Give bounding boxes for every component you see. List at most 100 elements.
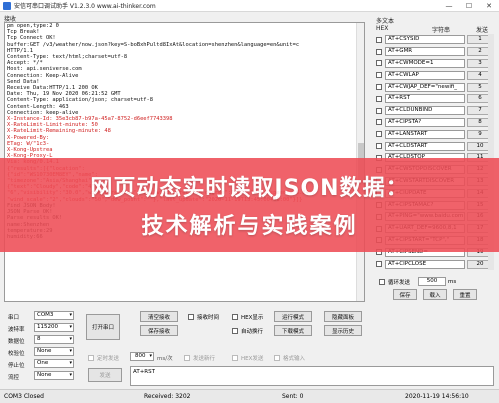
- data-bits-label: 数据位: [8, 339, 25, 345]
- baud-select[interactable]: 115200: [34, 323, 74, 332]
- hex-checkbox[interactable]: [376, 119, 382, 126]
- send-button[interactable]: 发送: [88, 368, 122, 382]
- send-newline-label: 发送新行: [193, 356, 216, 362]
- command-input[interactable]: AT+CSYSID: [385, 35, 465, 45]
- hex-display-checkbox[interactable]: [232, 314, 238, 320]
- hex-checkbox[interactable]: [376, 95, 382, 102]
- receive-time-checkbox[interactable]: [188, 314, 194, 320]
- format-input-option[interactable]: 格式输入: [274, 354, 305, 362]
- timed-send-label: 定时发送: [97, 356, 120, 362]
- timed-send-checkbox[interactable]: [88, 355, 94, 361]
- loop-send-label: 循环发送: [388, 279, 411, 286]
- command-input[interactable]: AT+CLDUNBIND: [385, 106, 465, 116]
- send-newline-option[interactable]: 发送新行: [184, 354, 215, 362]
- flow-control-label: 流控: [8, 375, 20, 381]
- minimize-button[interactable]: —: [439, 0, 459, 12]
- receive-time-label: 接收时间: [197, 315, 220, 321]
- multi-text-row: AT+CSYSID 1: [376, 34, 494, 46]
- command-input[interactable]: AT+CWLAP: [385, 70, 465, 80]
- hex-checkbox[interactable]: [376, 60, 382, 67]
- stop-bits-select[interactable]: One: [34, 359, 74, 368]
- sent-count: Sent: 0: [282, 393, 304, 400]
- run-mode-button[interactable]: 运行模式: [274, 311, 312, 322]
- hex-display-option[interactable]: HEX显示: [232, 313, 263, 321]
- overlay-banner: 网页动态实时读取JSON数据： 技术解析与实践案例: [0, 158, 499, 252]
- interval-input[interactable]: 800: [130, 352, 154, 361]
- load-button[interactable]: 载入: [423, 289, 447, 300]
- format-input-checkbox[interactable]: [274, 355, 280, 361]
- multi-text-row: AT+RST 6: [376, 93, 494, 105]
- flow-control-select[interactable]: None: [34, 371, 74, 380]
- show-history-button[interactable]: 显示历史: [324, 325, 362, 336]
- multi-text-row: AT+CWMODE=1 3: [376, 58, 494, 70]
- multi-text-buttons: 保存 载入 重置: [393, 289, 477, 300]
- overlay-title: 网页动态实时读取JSON数据：: [90, 176, 409, 201]
- port-label: 串口: [8, 315, 20, 321]
- command-input[interactable]: AT+CIPSTA?: [385, 117, 465, 127]
- maximize-button[interactable]: ☐: [459, 0, 479, 12]
- command-input[interactable]: AT+LANSTART: [385, 129, 465, 139]
- save-receive-button[interactable]: 保存接收: [140, 325, 178, 336]
- command-input[interactable]: AT+GMR: [385, 47, 465, 57]
- open-port-button[interactable]: 打开串口: [86, 314, 120, 340]
- parity-label: 校验位: [8, 351, 25, 357]
- hide-panel-button[interactable]: 隐藏面板: [324, 311, 362, 322]
- hex-checkbox[interactable]: [376, 261, 382, 268]
- send-textarea[interactable]: AT+RST: [130, 366, 494, 386]
- download-mode-button[interactable]: 下载模式: [274, 325, 312, 336]
- received-count: Received: 3202: [144, 393, 191, 400]
- close-button[interactable]: ✕: [479, 0, 499, 12]
- data-bits-select[interactable]: 8: [34, 335, 74, 344]
- hex-checkbox[interactable]: [376, 84, 382, 91]
- parity-select[interactable]: None: [34, 347, 74, 356]
- hex-display-label: HEX显示: [241, 315, 264, 321]
- send-newline-checkbox[interactable]: [184, 355, 190, 361]
- send-column-header: 发送: [475, 27, 488, 34]
- control-panel: 串口 COM3 波特率 115200 数据位 8 校验位 None 停止位 On…: [4, 308, 494, 388]
- auto-newline-option[interactable]: 自动换行: [232, 327, 263, 335]
- multi-text-row: AT+GMR 2: [376, 46, 494, 58]
- hex-checkbox[interactable]: [376, 72, 382, 79]
- loop-interval-input[interactable]: 500: [418, 277, 447, 286]
- command-input[interactable]: AT+CWJAP_DEF="newifi_: [385, 82, 465, 92]
- window-title: 安信可串口调试助手 V1.2.3.0 www.ai-thinker.com: [14, 3, 156, 10]
- loop-unit-label: ms: [448, 278, 457, 285]
- command-input[interactable]: AT+CIPCLOSE: [385, 259, 465, 269]
- loop-send-row: 循环发送 500 ms: [379, 277, 456, 286]
- save-button[interactable]: 保存: [393, 289, 417, 300]
- interval-unit-label: ms/次: [157, 356, 173, 362]
- multi-text-title: 多文本: [376, 18, 395, 25]
- receive-time-option[interactable]: 接收时间: [188, 313, 219, 321]
- clear-receive-button[interactable]: 清空接收: [140, 311, 178, 322]
- overlay-subtitle: 技术解析与实践案例: [141, 214, 358, 239]
- title-bar: 安信可串口调试助手 V1.2.3.0 www.ai-thinker.com — …: [0, 0, 499, 12]
- command-input[interactable]: AT+RST: [385, 94, 465, 104]
- command-input[interactable]: AT+CLDSTART: [385, 141, 465, 151]
- hex-checkbox[interactable]: [376, 143, 382, 150]
- stop-bits-label: 停止位: [8, 363, 25, 369]
- hex-checkbox[interactable]: [376, 107, 382, 114]
- hex-send-option[interactable]: HEX发送: [232, 354, 263, 362]
- string-column-header: 字符串: [431, 27, 450, 34]
- port-status: COM3 Closed: [4, 393, 44, 400]
- hex-send-checkbox[interactable]: [232, 355, 238, 361]
- multi-text-row: AT+CLDSTART 10: [376, 140, 494, 152]
- status-bar: COM3 Closed Received: 3202 Sent: 0 2020-…: [0, 389, 499, 403]
- app-icon: [3, 1, 11, 10]
- multi-text-row: AT+CIPSTA? 8: [376, 117, 494, 129]
- multi-text-row: AT+CWLAP 4: [376, 69, 494, 81]
- multi-text-row: AT+CLDUNBIND 7: [376, 105, 494, 117]
- port-select[interactable]: COM3: [34, 311, 74, 320]
- status-time: 2020-11-19 14:56:10: [405, 393, 469, 400]
- hex-checkbox[interactable]: [376, 36, 382, 43]
- loop-send-checkbox[interactable]: [379, 278, 385, 285]
- multi-text-header: HEX 字符串 发送: [376, 25, 494, 34]
- hex-checkbox[interactable]: [376, 131, 382, 138]
- command-input[interactable]: AT+CWMODE=1: [385, 58, 465, 68]
- auto-newline-label: 自动换行: [241, 329, 264, 335]
- timed-send-option[interactable]: 定时发送: [88, 354, 119, 362]
- auto-newline-checkbox[interactable]: [232, 328, 238, 334]
- baud-label: 波特率: [8, 327, 25, 333]
- hex-checkbox[interactable]: [376, 48, 382, 55]
- reset-button[interactable]: 重置: [453, 289, 477, 300]
